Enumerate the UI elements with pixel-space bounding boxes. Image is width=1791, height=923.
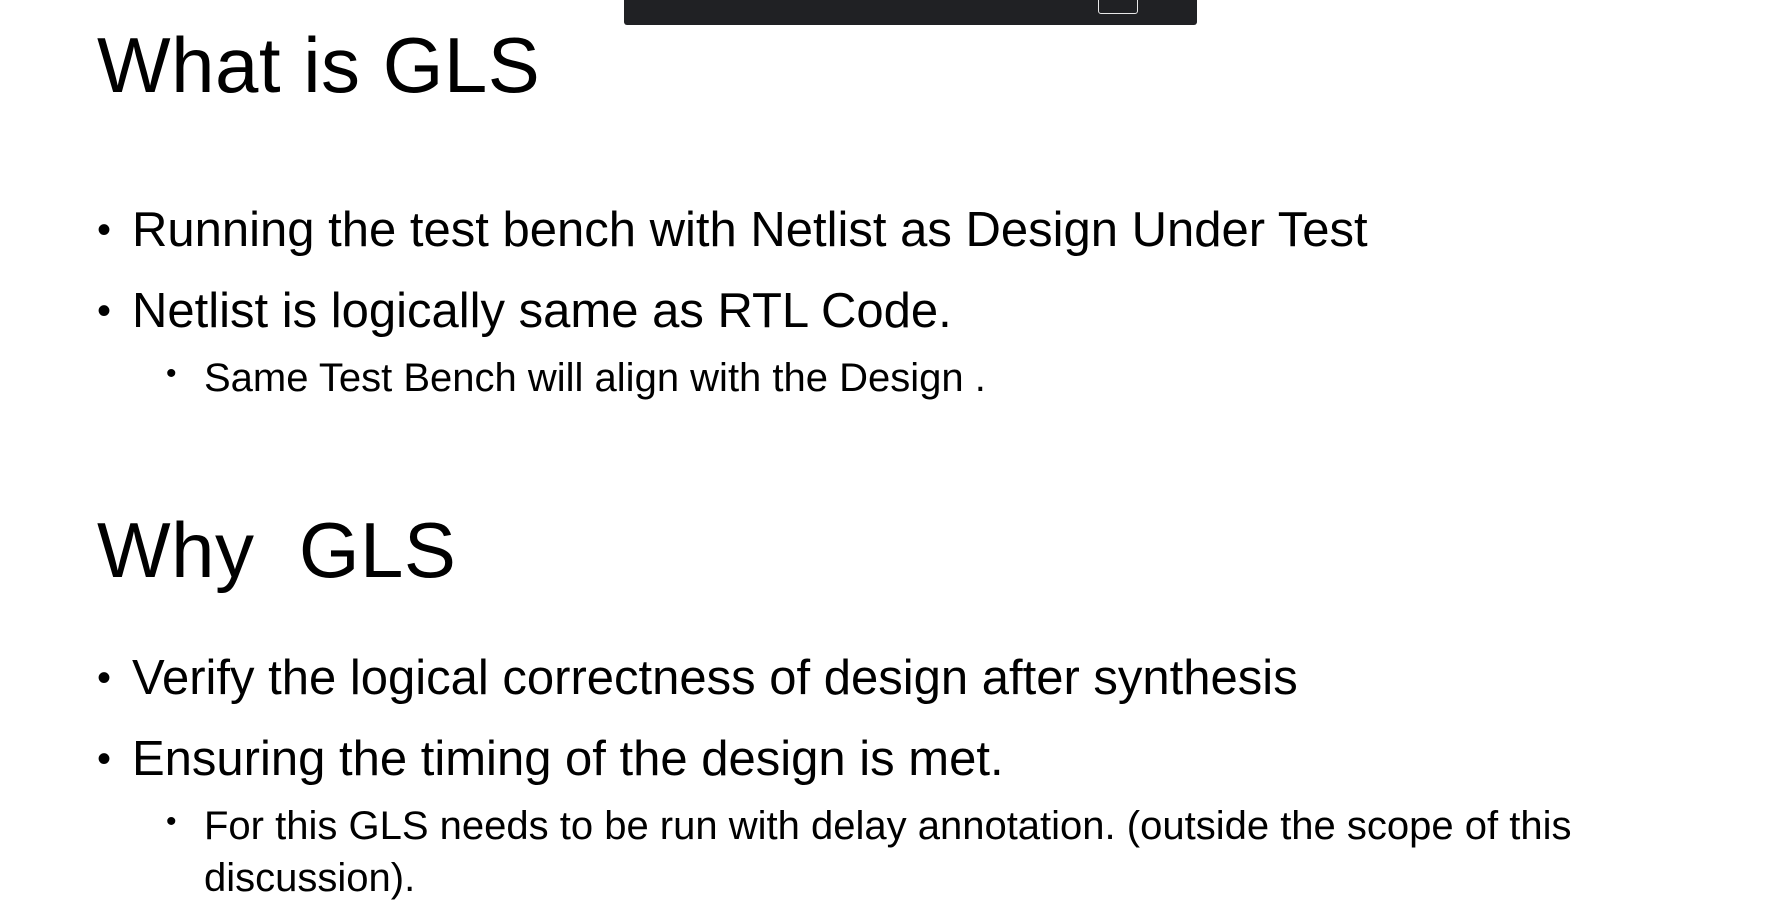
sub-bullet-item: • Same Test Bench will align with the De…: [166, 352, 1666, 404]
sub-bullet-item: • For this GLS needs to be run with dela…: [166, 800, 1776, 910]
bullet-icon: •: [97, 289, 112, 333]
sub-bullet-icon: •: [166, 805, 177, 838]
bullet-text: Verify the logical correctness of design…: [132, 651, 1298, 705]
sub-bullet-icon: •: [166, 357, 177, 390]
sub-bullet-text: For this GLS needs to be run with delay …: [204, 804, 1572, 900]
bullet-icon: •: [97, 656, 112, 700]
slide-heading-why-gls: Why GLS: [97, 506, 457, 594]
bullet-text: Running the test bench with Netlist as D…: [132, 203, 1368, 257]
slide-heading-what-is-gls: What is GLS: [97, 21, 541, 109]
sub-bullet-text: Same Test Bench will align with the Desi…: [204, 356, 986, 400]
presentation-slide: What is GLS • Running the test bench wit…: [0, 0, 1791, 923]
bullet-icon: •: [97, 208, 112, 252]
bullet-text: Ensuring the timing of the design is met…: [132, 732, 1004, 786]
bullet-item: • Netlist is logically same as RTL Code.: [97, 287, 1597, 343]
bullet-item: • Ensuring the timing of the design is m…: [97, 735, 1597, 791]
bullet-icon: •: [97, 737, 112, 781]
bullet-text: Netlist is logically same as RTL Code.: [132, 284, 952, 338]
bullet-item: • Running the test bench with Netlist as…: [97, 206, 1597, 262]
bullet-item: • Verify the logical correctness of desi…: [97, 654, 1597, 710]
